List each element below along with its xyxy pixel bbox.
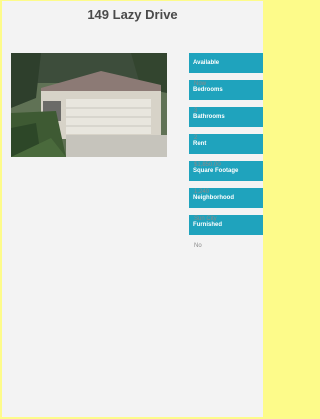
detail-label: Available [189,53,263,73]
detail-label: Bathrooms [189,107,263,127]
detail-label: Rent [189,134,263,154]
detail-value: No [194,243,202,249]
detail-row-available: Available Now [189,53,263,87]
details-panel: Available Now Bedrooms 3 Bathrooms 2 Ren… [189,53,263,249]
house-photo[interactable] [11,53,167,157]
detail-row-bathrooms: Bathrooms 2 [189,107,263,141]
detail-row-rent: Rent $1,850.00 [189,134,263,168]
house-photo-image [11,53,167,157]
listing-page: 149 Lazy Drive Available Now Bedrooms 3 … [2,1,263,417]
page-title: 149 Lazy Drive [87,7,178,22]
